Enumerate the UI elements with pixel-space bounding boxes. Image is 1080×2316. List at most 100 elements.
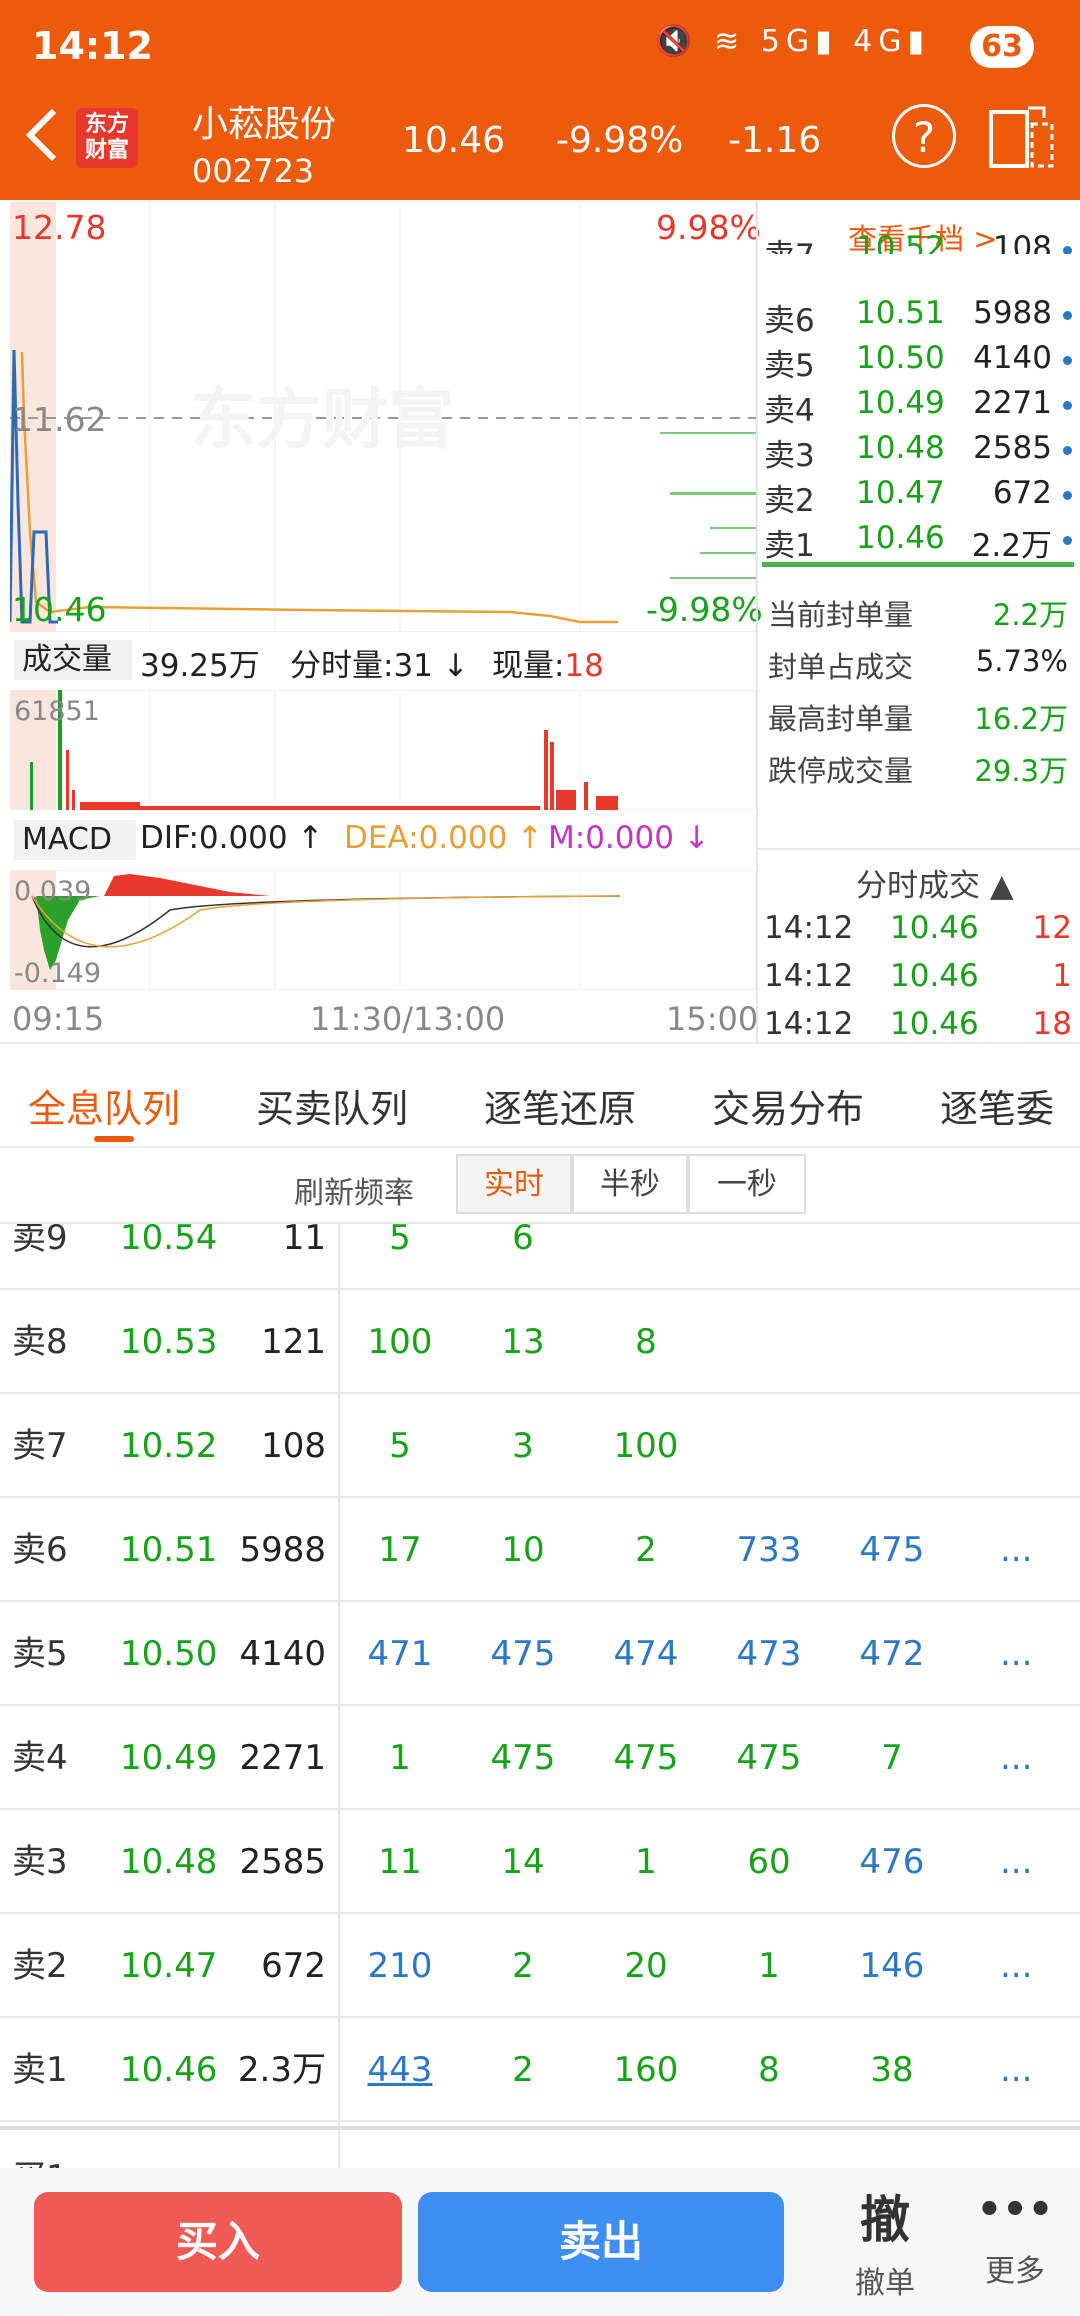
ticks-title[interactable]: 分时成交 ▲ bbox=[856, 860, 1014, 905]
queue-order[interactable]: 733 bbox=[709, 1498, 829, 1602]
queue-order[interactable]: 3 bbox=[463, 1394, 583, 1498]
queue-order[interactable]: 10 bbox=[463, 1498, 583, 1602]
price-chart[interactable]: 东方财富 bbox=[10, 202, 756, 632]
queue-price: 10.49 bbox=[120, 1738, 218, 1778]
stock-price: 10.46 bbox=[402, 120, 506, 161]
status-time: 14:12 bbox=[32, 24, 153, 68]
macd-select[interactable]: MACD ▾ bbox=[14, 820, 136, 897]
queue-row[interactable]: 卖2 10.47 672 210 2 20 1 146... bbox=[0, 1914, 1080, 2018]
queue-order[interactable]: 146 bbox=[832, 1914, 952, 2018]
refresh-one-second[interactable]: 一秒 bbox=[688, 1154, 806, 1214]
queue-order[interactable]: 160 bbox=[586, 2018, 706, 2122]
queue-more[interactable]: ... bbox=[1000, 1810, 1032, 1914]
cancel-label: 撤单 bbox=[855, 2266, 915, 2301]
queue-more[interactable]: ... bbox=[1000, 1914, 1032, 2018]
queue-order[interactable]: 475 bbox=[463, 1602, 583, 1706]
queue-order[interactable]: 5 bbox=[340, 1394, 460, 1498]
queue-more[interactable]: ... bbox=[1000, 1706, 1032, 1810]
stat-value: 5.73% bbox=[975, 644, 1068, 678]
queue-order[interactable]: 100 bbox=[586, 1394, 706, 1498]
queue-more[interactable]: ... bbox=[1000, 1498, 1032, 1602]
order-book-row[interactable]: 卖7 10.52 108 bbox=[764, 230, 1074, 254]
stock-name[interactable]: 小菘股份 bbox=[192, 95, 336, 147]
ob-volume: 108 bbox=[992, 230, 1052, 254]
stock-change: -1.16 bbox=[728, 120, 822, 161]
queue-order[interactable]: 14 bbox=[463, 1810, 583, 1914]
queue-order[interactable]: 443 bbox=[340, 2018, 460, 2122]
order-book-row[interactable]: 卖6 10.51 5988 bbox=[764, 295, 1074, 339]
price-mid: 11.62 bbox=[12, 400, 107, 439]
more-button[interactable]: ••• 更多 bbox=[970, 2180, 1060, 2290]
queue-order[interactable]: 100 bbox=[340, 1290, 460, 1394]
queue-order[interactable]: 473 bbox=[709, 1602, 829, 1706]
queue-order[interactable]: 7 bbox=[832, 1706, 952, 1810]
queue-more[interactable]: ... bbox=[1000, 2018, 1032, 2122]
queue-label: 卖7 bbox=[12, 1426, 68, 1466]
queue-label: 卖9 bbox=[12, 1218, 68, 1258]
pct-high: 9.98% bbox=[656, 208, 761, 247]
queue-order[interactable]: 8 bbox=[586, 1290, 706, 1394]
queue-order[interactable]: 475 bbox=[832, 1498, 952, 1602]
pct-low: -9.98% bbox=[646, 590, 763, 629]
queue-order[interactable]: 1 bbox=[586, 1810, 706, 1914]
queue-order[interactable]: 2 bbox=[463, 2018, 583, 2122]
buy-button[interactable]: 买入 bbox=[34, 2192, 402, 2292]
landscape-switch-icon[interactable] bbox=[988, 104, 1056, 170]
tab-0[interactable]: 全息队列 bbox=[28, 1078, 180, 1133]
order-book-row[interactable]: 卖4 10.49 2271 bbox=[764, 385, 1074, 429]
tab-2[interactable]: 逐笔还原 bbox=[484, 1078, 636, 1133]
queue-order[interactable]: 1 bbox=[340, 1706, 460, 1810]
help-icon[interactable]: ? bbox=[892, 104, 956, 168]
volume-chart[interactable] bbox=[10, 690, 756, 810]
app-logo: 东方 财富 bbox=[76, 108, 138, 168]
stat-value: 2.2万 bbox=[992, 598, 1068, 632]
order-book-row[interactable]: 卖5 10.50 4140 bbox=[764, 340, 1074, 384]
tick-price: 10.46 bbox=[890, 1006, 979, 1042]
queue-more[interactable]: ... bbox=[1000, 1602, 1032, 1706]
ob-label: 卖3 bbox=[764, 438, 815, 474]
queue-total: 121 bbox=[261, 1322, 326, 1362]
queue-order[interactable]: 13 bbox=[463, 1290, 583, 1394]
queue-row[interactable]: 卖4 10.49 2271 1 475 475 475 7... bbox=[0, 1706, 1080, 1810]
order-book-row[interactable]: 卖3 10.48 2585 bbox=[764, 430, 1074, 474]
queue-order[interactable]: 476 bbox=[832, 1810, 952, 1914]
queue-row[interactable]: 卖1 10.46 2.3万 443 2 160 8 38... bbox=[0, 2018, 1080, 2122]
tab-3[interactable]: 交易分布 bbox=[712, 1078, 864, 1133]
queue-order[interactable]: 38 bbox=[832, 2018, 952, 2122]
queue-col-divider bbox=[338, 1222, 340, 2172]
macd-dea: DEA:0.000 ↑ bbox=[344, 820, 544, 856]
queue-total: 4140 bbox=[239, 1634, 326, 1674]
queue-order[interactable]: 17 bbox=[340, 1498, 460, 1602]
queue-order[interactable]: 2 bbox=[586, 1498, 706, 1602]
refresh-realtime[interactable]: 实时 bbox=[456, 1154, 572, 1214]
ob-volume: 2.2万 bbox=[971, 528, 1052, 564]
queue-row[interactable]: 卖8 10.53 121 100 13 8 bbox=[0, 1290, 1080, 1394]
back-icon[interactable] bbox=[22, 105, 62, 165]
queue-order[interactable]: 471 bbox=[340, 1602, 460, 1706]
tab-4[interactable]: 逐笔委 bbox=[940, 1078, 1080, 1133]
queue-order[interactable]: 1 bbox=[709, 1914, 829, 2018]
queue-row[interactable]: 卖5 10.50 4140 471 475 474 473 472... bbox=[0, 1602, 1080, 1706]
macd-chart[interactable] bbox=[10, 870, 756, 990]
queue-order[interactable]: 475 bbox=[586, 1706, 706, 1810]
sell-button[interactable]: 卖出 bbox=[418, 2192, 784, 2292]
order-book-row[interactable]: 卖2 10.47 672 bbox=[764, 475, 1074, 519]
queue-row[interactable]: 卖6 10.51 5988 17 10 2 733 475... bbox=[0, 1498, 1080, 1602]
queue-order[interactable]: 472 bbox=[832, 1602, 952, 1706]
order-book-row[interactable]: 卖1 10.46 2.2万 bbox=[764, 520, 1074, 564]
queue-order[interactable]: 474 bbox=[586, 1602, 706, 1706]
queue-order[interactable]: 20 bbox=[586, 1914, 706, 2018]
queue-row[interactable]: 卖3 10.48 2585 11 14 1 60 476... bbox=[0, 1810, 1080, 1914]
queue-order[interactable]: 60 bbox=[709, 1810, 829, 1914]
queue-order[interactable]: 475 bbox=[463, 1706, 583, 1810]
queue-order[interactable]: 8 bbox=[709, 2018, 829, 2122]
queue-order[interactable]: 210 bbox=[340, 1914, 460, 2018]
refresh-half-second[interactable]: 半秒 bbox=[572, 1154, 688, 1214]
tab-1[interactable]: 买卖队列 bbox=[256, 1078, 408, 1133]
queue-row[interactable]: 卖7 10.52 108 5 3 100 bbox=[0, 1394, 1080, 1498]
queue-order[interactable]: 2 bbox=[463, 1914, 583, 2018]
queue-order[interactable]: 11 bbox=[340, 1810, 460, 1914]
queue-order[interactable]: 475 bbox=[709, 1706, 829, 1810]
volume-select[interactable]: 成交量 ▾ bbox=[14, 640, 132, 717]
cancel-order-button[interactable]: 撤 撤单 bbox=[840, 2180, 930, 2302]
